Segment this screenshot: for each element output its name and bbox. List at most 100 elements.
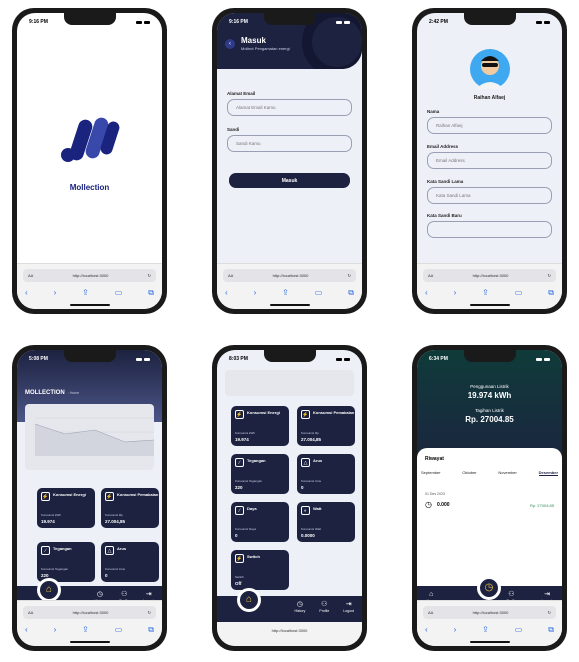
tab-desember[interactable]: Desember xyxy=(538,470,558,476)
email-field[interactable]: Email Address xyxy=(427,152,552,169)
bookmarks-icon[interactable]: ▭ xyxy=(315,288,323,298)
phone-splash: 9:16 PM Mollection AA http://localhost:30… xyxy=(12,8,167,314)
history-fab-button[interactable]: ◷ xyxy=(477,576,501,600)
tab-logout[interactable]: ⇥Logout xyxy=(343,601,354,622)
old-password-field[interactable]: Kata Sandi Lama xyxy=(427,187,552,204)
forward-icon[interactable]: › xyxy=(254,288,257,298)
email-label: Email Address xyxy=(427,144,459,149)
forward-icon[interactable]: › xyxy=(454,288,457,298)
cost-card[interactable]: ⚡ Konsumsi Pemakaian Konsumsi Rp 27.004,85 xyxy=(297,406,355,446)
energy-card[interactable]: ⚡ Konsumsi Energi Konsumsi kWh 19.974 xyxy=(37,488,95,528)
logout-icon: ⇥ xyxy=(145,591,152,598)
new-password-label: Kata Sandi Baru xyxy=(427,213,462,218)
cost-card[interactable]: ⚡ Konsumsi Pemakaian Konsumsi Rp 27.004,85 xyxy=(101,488,159,528)
brand-name: Mollection xyxy=(69,183,110,192)
reload-icon[interactable]: ↻ xyxy=(548,610,551,615)
safari-toolbar: AA http://localhost:3000 ↻ ‹ › ⇪ ▭ ⧉ xyxy=(17,263,162,309)
home-fab-button[interactable]: ⌂ xyxy=(237,588,261,612)
bill-value: Rp. 27004.85 xyxy=(465,415,514,424)
forward-icon[interactable]: › xyxy=(54,625,57,635)
password-label: Sandi xyxy=(227,127,240,132)
voltage-card[interactable]: ∕ Tegangan Konsumsi Tegangan 220 xyxy=(37,542,95,582)
history-icon: ◷ xyxy=(96,591,103,598)
profile-icon: ⚇ xyxy=(121,591,128,598)
tabs-icon[interactable]: ⧉ xyxy=(148,625,154,635)
power-card[interactable]: ∕ Daya Konsumsi Daya 0 xyxy=(231,502,289,542)
bookmarks-icon[interactable]: ▭ xyxy=(515,625,523,635)
share-icon[interactable]: ⇪ xyxy=(482,625,489,635)
bookmarks-icon[interactable]: ▭ xyxy=(115,288,123,298)
share-icon[interactable]: ⇪ xyxy=(82,625,89,635)
usage-label: Penggunaan Listrik xyxy=(470,384,509,389)
name-field[interactable]: Raihan Alfaej xyxy=(427,117,552,134)
reload-icon[interactable]: ↻ xyxy=(148,273,151,278)
home-fab-button[interactable]: ⌂ xyxy=(37,578,61,602)
clock-icon: ◷ xyxy=(425,500,432,509)
usage-value: 19.974 kWh xyxy=(467,391,512,400)
battery-icon xyxy=(144,20,150,24)
reload-icon[interactable]: ↻ xyxy=(148,610,151,615)
splash-screen: 9:16 PM Mollection AA http://localhost:30… xyxy=(17,13,162,309)
forward-icon[interactable]: › xyxy=(454,625,457,635)
login-button[interactable]: Masuk xyxy=(229,173,350,188)
login-screen: 9:16 PM ‹ Masuk Mollect Pengamatan energ… xyxy=(217,13,362,309)
login-title: Masuk xyxy=(241,36,266,45)
watt-card[interactable]: ◐ Watt Konsumsi Watt 0.0000 xyxy=(297,502,355,542)
address-bar[interactable]: AA http://localhost:3000 ↻ xyxy=(23,269,156,282)
tab-oktober[interactable]: Oktober xyxy=(462,470,476,476)
tab-november[interactable]: November xyxy=(498,470,516,476)
tabs-icon[interactable]: ⧉ xyxy=(348,288,354,298)
profile-icon: ⚇ xyxy=(508,591,515,598)
history-section-title: Riwayat xyxy=(425,456,444,462)
share-icon[interactable]: ⇪ xyxy=(82,288,89,298)
email-field[interactable]: Alamat Email Kamu xyxy=(227,99,352,116)
url-text: http://localhost:3000 xyxy=(72,273,109,278)
phone-login: 9:16 PM ‹ Masuk Mollect Pengamatan energ… xyxy=(212,8,367,314)
share-icon[interactable]: ⇪ xyxy=(482,288,489,298)
share-icon[interactable]: ⇪ xyxy=(282,288,289,298)
text-size-button[interactable]: AA xyxy=(28,273,33,278)
entry-value: 0.000 xyxy=(437,502,450,508)
home-icon: ⌂ xyxy=(429,591,434,598)
forward-icon[interactable]: › xyxy=(54,288,57,298)
reload-icon[interactable]: ↻ xyxy=(548,273,551,278)
tabs-icon[interactable]: ⧉ xyxy=(148,288,154,298)
cost-icon: ⚡ xyxy=(105,492,114,501)
new-password-field[interactable] xyxy=(427,221,552,238)
phone-dashboard-scrolled: 8:03 PM ⚡ Konsumsi Energi Konsumsi kWh 19.9… xyxy=(212,345,367,651)
tab-september[interactable]: September xyxy=(421,470,441,476)
profile-screen: 2:42 PM Raihan Alfaej Nama Raihan Alfaej… xyxy=(417,13,562,309)
bookmarks-icon[interactable]: ▭ xyxy=(515,288,523,298)
energy-chart xyxy=(25,404,155,470)
back-icon[interactable]: ‹ xyxy=(25,625,28,635)
address-bar[interactable]: http://localhost:3000 xyxy=(217,622,362,646)
current-card[interactable]: △ Arus Konsumsi Arus 0 xyxy=(297,454,355,494)
tab-history[interactable]: ◷History xyxy=(294,601,305,622)
bookmarks-icon[interactable]: ▭ xyxy=(115,625,123,635)
tab-profile[interactable]: ⚇Profile xyxy=(319,601,329,622)
tabs-icon[interactable]: ⧉ xyxy=(548,288,554,298)
history-screen: 6:34 PM Penggunaan Listrik 19.974 kWh Ta… xyxy=(417,350,562,646)
status-time: 9:16 PM xyxy=(29,19,48,25)
current-card[interactable]: △ Arus Konsumsi Arus 0 xyxy=(101,542,159,582)
switch-card[interactable]: ⚡ Switch Switch Off xyxy=(231,550,289,590)
back-icon[interactable]: ‹ xyxy=(225,288,228,298)
home-indicator xyxy=(69,304,110,306)
energy-card[interactable]: ⚡ Konsumsi Energi Konsumsi kWh 19.974 xyxy=(231,406,289,446)
avatar-icon xyxy=(475,56,504,89)
switch-toggle[interactable]: Off xyxy=(235,581,242,586)
warning-icon: △ xyxy=(105,546,114,555)
back-icon[interactable]: ‹ xyxy=(25,288,28,298)
voltage-card[interactable]: ∕ Tegangan Konsumsi Tegangan 220 xyxy=(231,454,289,494)
tabs-icon[interactable]: ⧉ xyxy=(548,625,554,635)
avatar[interactable] xyxy=(469,49,510,89)
back-icon[interactable]: ‹ xyxy=(425,288,428,298)
email-label: Alamat Email xyxy=(227,91,256,96)
back-icon[interactable]: ‹ xyxy=(425,625,428,635)
entry-price: Rp. 27004.85 xyxy=(529,503,554,508)
reload-icon[interactable]: ↻ xyxy=(348,273,351,278)
energy-icon: ⚡ xyxy=(41,492,50,501)
password-field[interactable]: Sandi Kamu xyxy=(227,135,352,152)
back-button[interactable]: ‹ xyxy=(225,39,235,49)
logout-icon: ⇥ xyxy=(544,591,550,598)
